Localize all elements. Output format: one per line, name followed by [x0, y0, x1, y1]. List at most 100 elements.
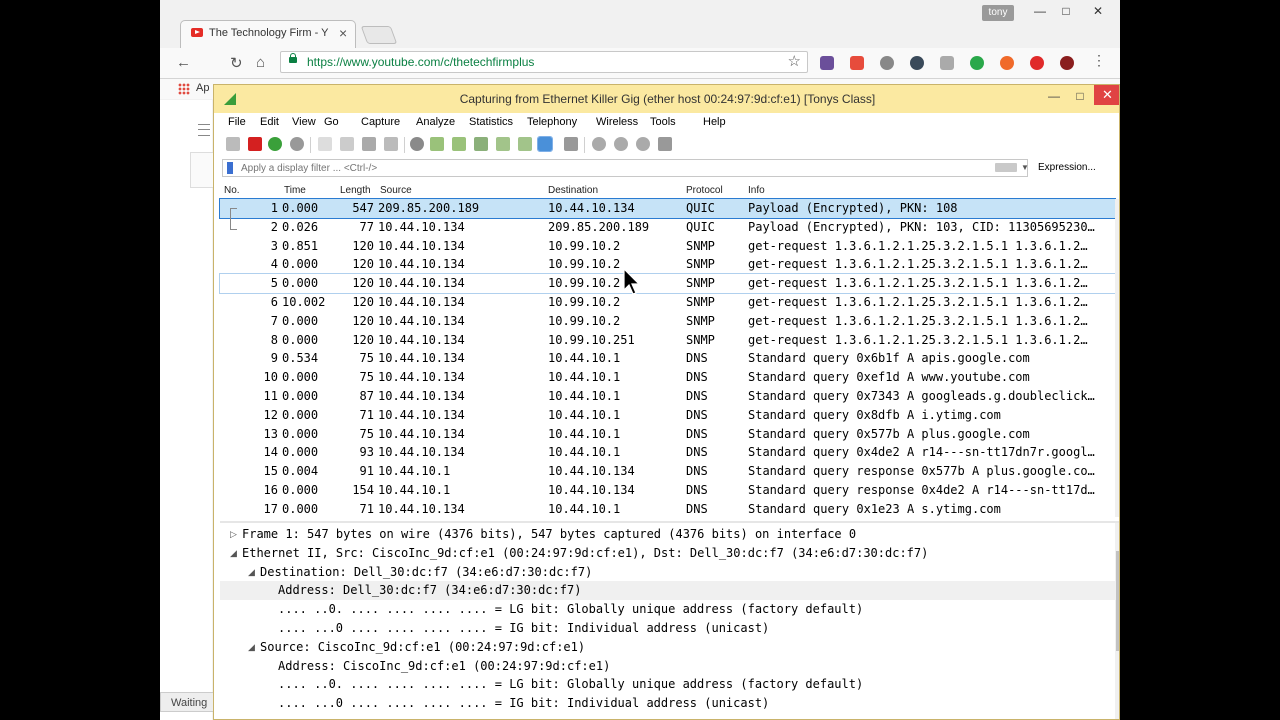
extension-icon[interactable]	[1060, 56, 1074, 70]
detail-row[interactable]: ◢ Source: CiscoInc_9d:cf:e1 (00:24:97:9d:…	[220, 638, 1115, 657]
go-to-packet-icon[interactable]	[474, 137, 488, 151]
expression-button[interactable]: Expression...	[1038, 162, 1096, 173]
minimize-icon[interactable]: —	[1040, 87, 1068, 107]
menu-go[interactable]: Go	[324, 116, 339, 128]
detail-row[interactable]: ▷ Frame 1: 547 bytes on wire (4376 bits),…	[220, 525, 1115, 544]
autoscroll-icon[interactable]	[537, 136, 553, 152]
collapse-arrow-icon[interactable]: ◢	[248, 642, 255, 653]
go-forward-icon[interactable]	[452, 137, 466, 151]
close-icon[interactable]: ✕	[1086, 4, 1110, 20]
packet-row[interactable]: 10 0.000 75 10.44.10.134 10.44.10.1 DNS Standa…	[220, 368, 1115, 387]
column-header[interactable]: Length	[340, 185, 371, 196]
extension-icon[interactable]	[970, 56, 984, 70]
extension-icon[interactable]	[880, 56, 894, 70]
packet-row[interactable]: 13 0.000 75 10.44.10.134 10.44.10.1 DNS Standa…	[220, 425, 1115, 444]
menu-edit[interactable]: Edit	[260, 116, 279, 128]
maximize-icon[interactable]: □	[1054, 4, 1078, 20]
detail-row[interactable]: .... ...0 .... .... .... .... = IG bit: …	[220, 694, 1115, 713]
zoom-out-icon[interactable]	[614, 137, 628, 151]
save-file-icon[interactable]	[340, 137, 354, 151]
restart-capture-icon[interactable]	[268, 137, 282, 151]
packet-row[interactable]: 14 0.000 93 10.44.10.134 10.44.10.1 DNS Standa…	[220, 443, 1115, 462]
detail-row[interactable]: Address: Dell_30:dc:f7 (34:e6:d7:30:dc:f…	[220, 581, 1115, 601]
menu-file[interactable]: File	[228, 116, 246, 128]
menu-capture[interactable]: Capture	[361, 116, 400, 128]
scrollbar-thumb[interactable]	[1116, 551, 1119, 651]
column-header[interactable]: Info	[748, 185, 765, 196]
minimize-icon[interactable]: —	[1028, 4, 1052, 20]
close-file-icon[interactable]	[362, 137, 376, 151]
apply-filter-icon[interactable]	[995, 163, 1017, 172]
menu-wireless[interactable]: Wireless	[596, 116, 638, 128]
packet-row[interactable]: 17 0.000 71 10.44.10.134 10.44.10.1 DNS Standa…	[220, 500, 1115, 519]
extension-icon[interactable]	[940, 56, 954, 70]
new-tab-button[interactable]	[360, 26, 398, 44]
menu-tools[interactable]: Tools	[650, 116, 676, 128]
packet-row[interactable]: 1 0.000 547 209.85.200.189 10.44.10.134 QUIC P…	[219, 198, 1116, 219]
menu-telephony[interactable]: Telephony	[527, 116, 577, 128]
bookmark-icon[interactable]	[227, 162, 233, 174]
shark-fin-icon[interactable]	[226, 137, 240, 151]
last-packet-icon[interactable]	[518, 137, 532, 151]
open-file-icon[interactable]	[318, 137, 332, 151]
colorize-icon[interactable]	[564, 137, 578, 151]
packet-row[interactable]: 8 0.000 120 10.44.10.134 10.99.10.251 SNMP get…	[220, 331, 1115, 350]
normal-size-icon[interactable]	[636, 137, 650, 151]
packet-row[interactable]: 12 0.000 71 10.44.10.134 10.44.10.1 DNS Standa…	[220, 406, 1115, 425]
back-icon[interactable]: ←	[176, 54, 191, 71]
profile-badge[interactable]: tony	[982, 5, 1014, 21]
column-header[interactable]: Time	[284, 185, 306, 196]
address-bar[interactable]: https://www.youtube.com/c/thetechfirmplu…	[280, 51, 808, 73]
packet-row[interactable]: 7 0.000 120 10.44.10.134 10.99.10.2 SNMP get-r…	[220, 312, 1115, 331]
column-header[interactable]: Protocol	[686, 185, 723, 196]
find-packet-icon[interactable]	[410, 137, 424, 151]
apps-icon[interactable]	[178, 83, 190, 95]
packet-row[interactable]: 3 0.851 120 10.44.10.134 10.99.10.2 SNMP get-r…	[220, 237, 1115, 256]
first-packet-icon[interactable]	[496, 137, 510, 151]
home-icon[interactable]: ⌂	[256, 54, 265, 71]
packet-row[interactable]: 9 0.534 75 10.44.10.134 10.44.10.1 DNS Standar…	[220, 349, 1115, 368]
detail-scrollbar[interactable]	[1115, 523, 1119, 719]
menu-view[interactable]: View	[292, 116, 316, 128]
packet-row[interactable]: 2 0.026 77 10.44.10.134 209.85.200.189 QUIC Pa…	[220, 218, 1115, 237]
chevron-down-icon[interactable]: ▼	[1021, 163, 1029, 172]
extension-icon[interactable]	[850, 56, 864, 70]
packet-row[interactable]: 15 0.004 91 10.44.10.1 10.44.10.134 DNS Standa…	[220, 462, 1115, 481]
detail-row[interactable]: Address: CiscoInc_9d:cf:e1 (00:24:97:9d:…	[220, 657, 1115, 676]
collapse-arrow-icon[interactable]: ◢	[230, 548, 237, 559]
menu-analyze[interactable]: Analyze	[416, 116, 455, 128]
browser-tab[interactable]: The Technology Firm - Y ×	[180, 20, 356, 48]
menu-icon[interactable]	[198, 124, 210, 136]
detail-row[interactable]: .... ..0. .... .... .... .... = LG bit: …	[220, 600, 1115, 619]
packet-row[interactable]: 11 0.000 87 10.44.10.134 10.44.10.1 DNS Standa…	[220, 387, 1115, 406]
packet-row[interactable]: 16 0.000 154 10.44.10.1 10.44.10.134 DNS Stand…	[220, 481, 1115, 500]
packet-row[interactable]: 4 0.000 120 10.44.10.134 10.99.10.2 SNMP get-r…	[220, 255, 1115, 274]
column-header[interactable]: Destination	[548, 185, 598, 196]
reload-icon[interactable]: ↻	[230, 54, 243, 72]
detail-row[interactable]: ◢ Ethernet II, Src: CiscoInc_9d:cf:e1 (00…	[220, 544, 1115, 563]
more-icon[interactable]: ⋮	[1092, 52, 1106, 69]
extension-icon[interactable]	[1030, 56, 1044, 70]
capture-options-icon[interactable]	[290, 137, 304, 151]
zoom-in-icon[interactable]	[592, 137, 606, 151]
close-icon[interactable]: ✕	[1094, 85, 1119, 105]
column-header[interactable]: Source	[380, 185, 412, 196]
collapse-arrow-icon[interactable]: ◢	[248, 567, 255, 578]
packet-list-scrollbar[interactable]	[1115, 199, 1119, 517]
extension-icon[interactable]	[1000, 56, 1014, 70]
packet-row[interactable]: 5 0.000 120 10.44.10.134 10.99.10.2 SNMP get-r…	[219, 273, 1116, 294]
expand-arrow-icon[interactable]: ▷	[230, 529, 237, 540]
apps-label[interactable]: Ap	[196, 82, 209, 94]
extension-icon[interactable]	[910, 56, 924, 70]
packet-row[interactable]: 6 10.002 120 10.44.10.134 10.99.10.2 SNMP get-…	[220, 293, 1115, 312]
detail-row[interactable]: .... ..0. .... .... .... .... = LG bit: …	[220, 675, 1115, 694]
menu-help[interactable]: Help	[703, 116, 726, 128]
detail-row[interactable]: .... ...0 .... .... .... .... = IG bit: …	[220, 619, 1115, 638]
resize-columns-icon[interactable]	[658, 137, 672, 151]
column-header[interactable]: No.	[224, 185, 240, 196]
maximize-icon[interactable]: □	[1066, 87, 1094, 107]
menu-statistics[interactable]: Statistics	[469, 116, 513, 128]
reload-file-icon[interactable]	[384, 137, 398, 151]
stop-capture-icon[interactable]	[248, 137, 262, 151]
bookmark-star-icon[interactable]: ☆	[788, 52, 801, 70]
